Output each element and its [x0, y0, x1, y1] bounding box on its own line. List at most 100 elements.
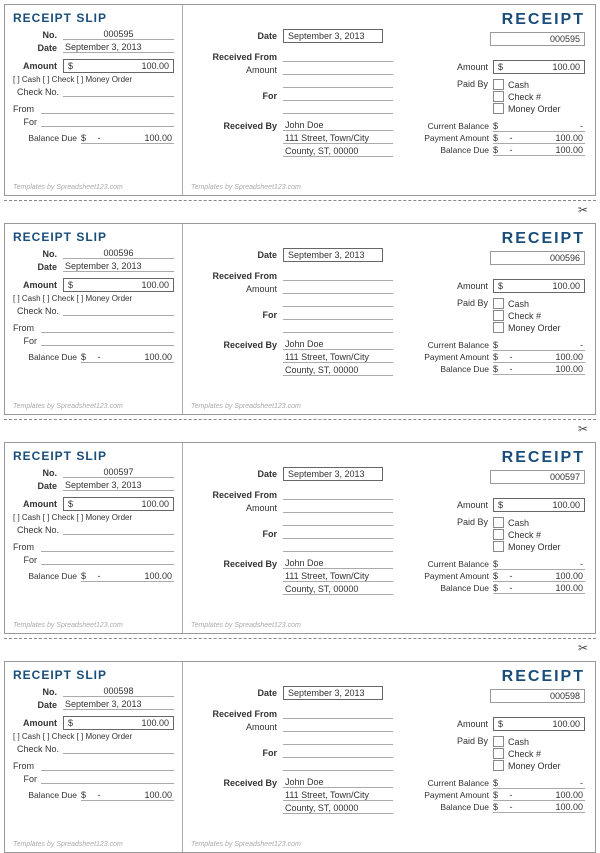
label-check: Check #: [508, 311, 541, 321]
main-amount-box: $100.00: [493, 498, 585, 512]
label-for: For: [193, 748, 283, 758]
address-line-1: 111 Street, Town/City: [283, 790, 393, 801]
label-cash: Cash: [508, 518, 529, 528]
label-date: Date: [193, 688, 283, 698]
balance-due-row: Balance Due$-100.00: [393, 802, 585, 813]
payment-amount-row: Payment Amount$-100.00: [393, 352, 585, 363]
label-date: Date: [13, 481, 63, 491]
payment-amount-row: Payment Amount$-100.00: [393, 133, 585, 144]
footer-credit: Templates by Spreadsheet123.com: [191, 841, 301, 848]
label-amount: Amount: [193, 503, 283, 513]
receipt-block: RECEIPT SLIP No.000597 DateSeptember 3, …: [4, 442, 596, 634]
label-money-order: Money Order: [508, 104, 561, 114]
label-for: For: [193, 529, 283, 539]
slip-title: RECEIPT SLIP: [13, 668, 174, 682]
slip-balance-row: Balance Due$-100.00: [13, 571, 174, 582]
label-for: For: [13, 336, 41, 346]
received-by-value: John Doe: [283, 120, 393, 131]
label-no: No.: [13, 468, 63, 478]
label-check: Check #: [508, 530, 541, 540]
checkbox-cash: [493, 517, 504, 528]
for-line: [283, 309, 393, 320]
receipt-title: RECEIPT: [393, 449, 585, 467]
footer-credit: Templates by Spreadsheet123.com: [13, 403, 123, 410]
footer-credit: Templates by Spreadsheet123.com: [13, 622, 123, 629]
checkbox-check: [493, 91, 504, 102]
checkbox-cash: [493, 79, 504, 90]
check-no-value: [63, 524, 174, 535]
receipt-title: RECEIPT: [393, 11, 585, 29]
slip-balance-row: Balance Due$-100.00: [13, 790, 174, 801]
footer-credit: Templates by Spreadsheet123.com: [191, 622, 301, 629]
label-no: No.: [13, 687, 63, 697]
label-received-from: Received From: [193, 271, 283, 281]
receipt-no-box: 000596: [490, 251, 585, 265]
slip-no-value: 000595: [63, 29, 174, 40]
slip-title: RECEIPT SLIP: [13, 11, 174, 25]
main-amount-box: $100.00: [493, 279, 585, 293]
label-date: Date: [193, 469, 283, 479]
receipt-slip: RECEIPT SLIP No.000598 DateSeptember 3, …: [5, 662, 183, 852]
label-from: From: [13, 323, 41, 333]
for-value: [41, 116, 174, 127]
checkbox-money-order: [493, 760, 504, 771]
from-value: [41, 103, 174, 114]
payment-type-checkboxes: [ ] Cash [ ] Check [ ] Money Order: [13, 513, 174, 522]
receipt-slip: RECEIPT SLIP No.000596 DateSeptember 3, …: [5, 224, 183, 414]
label-date: Date: [13, 43, 63, 53]
paid-by-section: Paid By Cash Check # Money Order: [393, 79, 585, 115]
label-amount: Amount: [393, 500, 493, 510]
for-line: [283, 747, 393, 758]
receipt-main: DateSeptember 3, 2013 Received From Amou…: [183, 443, 595, 633]
payment-type-checkboxes: [ ] Cash [ ] Check [ ] Money Order: [13, 75, 174, 84]
label-amount: Amount: [13, 280, 63, 290]
received-by-value: John Doe: [283, 339, 393, 350]
main-amount-box: $100.00: [493, 717, 585, 731]
checkbox-money-order: [493, 541, 504, 552]
label-check-no: Check No.: [13, 306, 63, 316]
receipt-title: RECEIPT: [393, 668, 585, 686]
label-amount: Amount: [393, 719, 493, 729]
for-value: [41, 773, 174, 784]
receipt-no-box: 000598: [490, 689, 585, 703]
checkbox-check: [493, 310, 504, 321]
main-date-box: September 3, 2013: [283, 248, 383, 262]
label-for: For: [13, 117, 41, 127]
label-for: For: [193, 310, 283, 320]
paid-by-section: Paid By Cash Check # Money Order: [393, 736, 585, 772]
current-balance-row: Current Balance$-: [393, 559, 585, 570]
label-cash: Cash: [508, 80, 529, 90]
label-cash: Cash: [508, 737, 529, 747]
for-line: [283, 528, 393, 539]
from-value: [41, 760, 174, 771]
address-line-2: County, ST, 00000: [283, 146, 393, 157]
from-value: [41, 541, 174, 552]
footer-credit: Templates by Spreadsheet123.com: [13, 184, 123, 191]
balance-due-row: Balance Due$-100.00: [393, 583, 585, 594]
receipt-main: DateSeptember 3, 2013 Received From Amou…: [183, 5, 595, 195]
label-check-no: Check No.: [13, 525, 63, 535]
checkbox-money-order: [493, 103, 504, 114]
label-paid-by: Paid By: [393, 79, 493, 115]
received-from-value: [283, 51, 393, 62]
slip-no-value: 000596: [63, 248, 174, 259]
received-from-value: [283, 708, 393, 719]
amount-line: [283, 283, 393, 294]
label-amount: Amount: [13, 499, 63, 509]
received-by-value: John Doe: [283, 558, 393, 569]
receipt-slip: RECEIPT SLIP No.000595 DateSeptember 3, …: [5, 5, 183, 195]
receipt-no-box: 000595: [490, 32, 585, 46]
balance-due-row: Balance Due$-100.00: [393, 364, 585, 375]
label-received-from: Received From: [193, 709, 283, 719]
scissors-icon: ✂: [578, 203, 588, 217]
received-from-value: [283, 489, 393, 500]
paid-by-section: Paid By Cash Check # Money Order: [393, 517, 585, 553]
balance-due-row: Balance Due$-100.00: [393, 145, 585, 156]
received-from-value: [283, 270, 393, 281]
label-received-by: Received By: [193, 340, 283, 350]
label-amount: Amount: [13, 718, 63, 728]
label-no: No.: [13, 249, 63, 259]
label-check: Check #: [508, 92, 541, 102]
slip-no-value: 000598: [63, 686, 174, 697]
current-balance-row: Current Balance$-: [393, 778, 585, 789]
